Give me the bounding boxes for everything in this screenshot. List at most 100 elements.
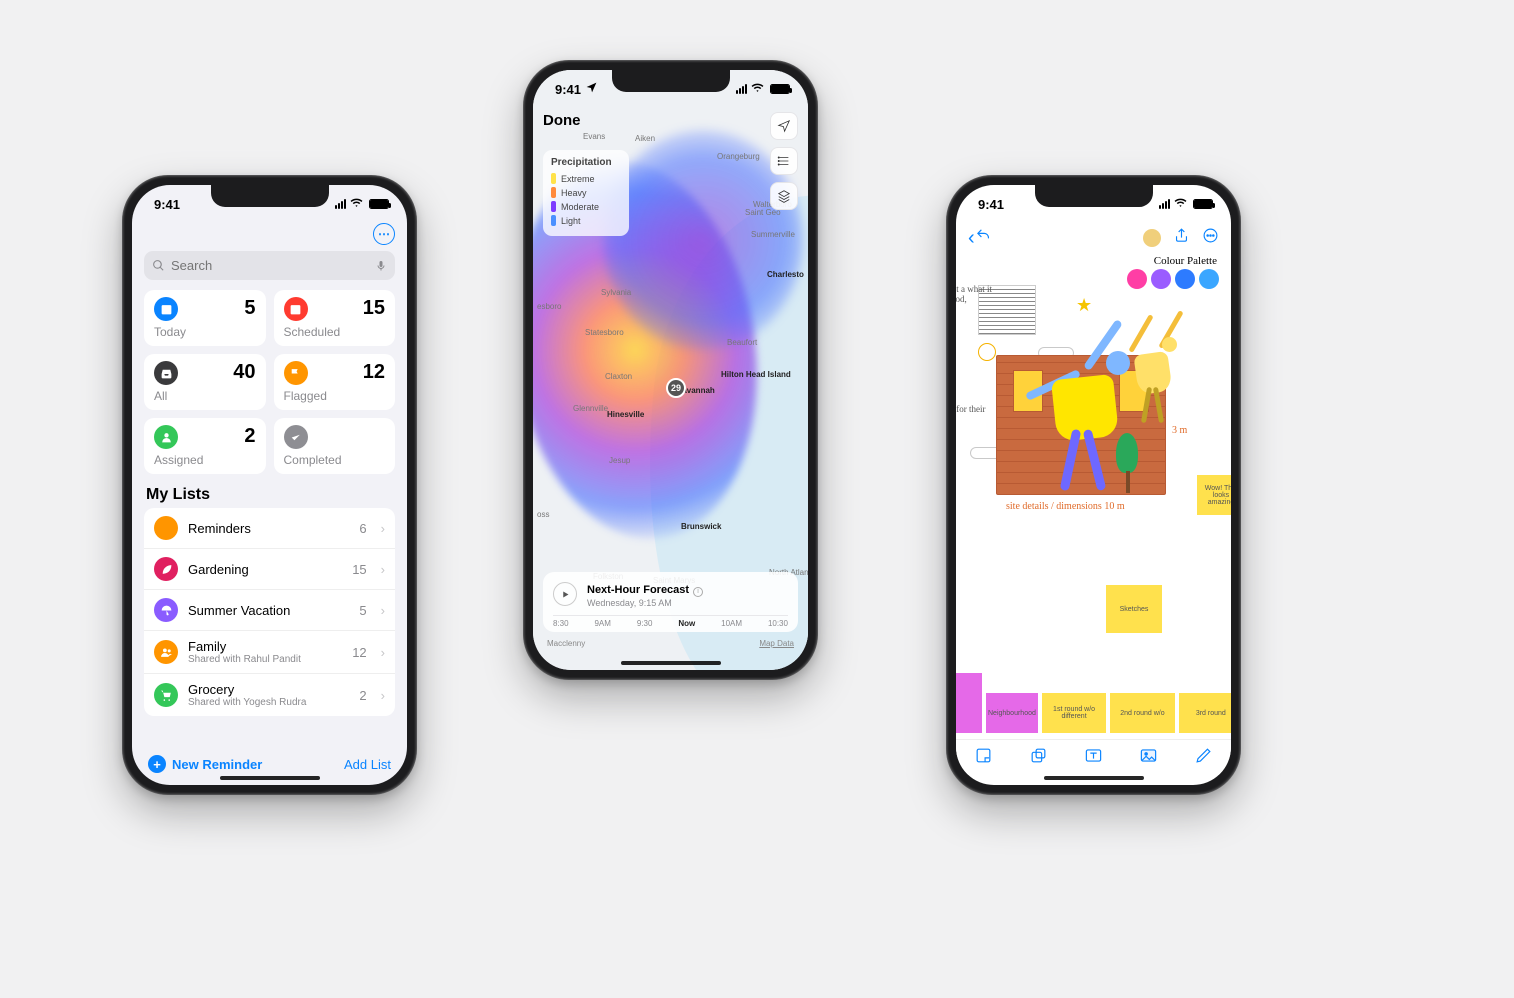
share-button[interactable] <box>1173 227 1190 249</box>
count: 12 <box>363 361 385 384</box>
map-data-link[interactable]: Map Data <box>759 639 794 648</box>
city-label: Brunswick <box>681 522 721 531</box>
list-item[interactable]: Summer Vacation 5 › <box>144 590 395 631</box>
canvas-note[interactable]: ct about a what it bourhood, <box>956 285 1000 305</box>
status-time: 9:41 <box>555 82 581 97</box>
more-button[interactable]: ⋯ <box>373 223 395 245</box>
chevron-right-icon: › <box>381 603 391 618</box>
search-input[interactable] <box>171 258 369 273</box>
sticky-row: Neighbourhood1st round w/o different2nd … <box>956 693 1231 733</box>
smart-list-assigned[interactable]: 2 Assigned <box>144 418 266 474</box>
count: 5 <box>244 297 255 320</box>
search-icon <box>152 259 165 272</box>
notch <box>211 185 329 207</box>
my-lists-header: My Lists <box>132 474 407 508</box>
tick: 10:30 <box>768 619 788 628</box>
pen-tool[interactable] <box>1194 746 1213 770</box>
bottom-toolbar: + New Reminder Add List <box>132 755 407 773</box>
play-button[interactable] <box>553 582 577 606</box>
figure-yellow-drawing[interactable] <box>1130 317 1200 427</box>
dimension-label[interactable]: site details / dimensions 10 m <box>1006 501 1125 512</box>
tick: Now <box>678 619 695 628</box>
location-icon <box>585 81 598 97</box>
legend-row: Light <box>551 215 621 226</box>
sticky-note[interactable]: Sketches <box>1106 585 1162 633</box>
tick: 9:30 <box>637 619 653 628</box>
leaf-icon <box>154 557 178 581</box>
palette-title: Colour Palette <box>956 255 1217 267</box>
count: 40 <box>233 361 255 384</box>
canvas-note[interactable]: prompt for their own <box>956 405 994 425</box>
tick: 10AM <box>721 619 742 628</box>
people-icon <box>154 640 178 664</box>
search-field[interactable] <box>144 251 395 280</box>
info-icon[interactable]: i <box>693 587 703 597</box>
battery-icon <box>369 199 389 209</box>
list-item[interactable]: Reminders 6 › <box>144 508 395 549</box>
sticky-note[interactable] <box>956 673 982 733</box>
smart-list-today[interactable]: 5 Today <box>144 290 266 346</box>
inbox-icon <box>154 361 178 385</box>
sticky-note[interactable]: 2nd round w/o <box>1110 693 1174 733</box>
figure-blue-drawing[interactable] <box>1026 333 1146 493</box>
tick: 9AM <box>594 619 610 628</box>
new-reminder-button[interactable]: + New Reminder <box>148 755 262 773</box>
city-label: Hilton Head Island <box>721 370 791 379</box>
smart-list-all[interactable]: 40 All <box>144 354 266 410</box>
label: Scheduled <box>284 325 386 339</box>
sticky-tool[interactable] <box>974 746 993 770</box>
city-label: Sylvania <box>601 288 631 297</box>
city-label: Statesboro <box>585 328 624 337</box>
wifi-icon <box>350 196 363 212</box>
smart-lists-grid: 5 Today 15 Scheduled 40 All 12 Flagged 2… <box>132 290 407 474</box>
label: Completed <box>284 453 386 467</box>
city-label: oss <box>537 510 549 519</box>
home-indicator[interactable] <box>220 776 320 780</box>
collaborator-avatar[interactable] <box>1143 229 1161 247</box>
media-tool[interactable] <box>1139 746 1158 770</box>
add-list-button[interactable]: Add List <box>344 757 391 772</box>
chevron-right-icon: › <box>381 562 391 577</box>
sticky-note[interactable]: 3rd round <box>1179 693 1231 733</box>
sticky-note[interactable]: Wow! This looks amazing <box>1197 475 1231 515</box>
chevron-right-icon: › <box>381 521 391 536</box>
star-drawing[interactable]: ★ <box>1076 295 1092 316</box>
layers-button[interactable] <box>770 182 798 210</box>
count: 2 <box>244 425 255 448</box>
map-label: Macclenny <box>547 639 585 648</box>
city-label: Jesup <box>609 456 630 465</box>
label: Today <box>154 325 256 339</box>
text-tool[interactable] <box>1084 746 1103 770</box>
home-indicator[interactable] <box>621 661 721 665</box>
check-icon <box>284 425 308 449</box>
list-item[interactable]: Gardening 15 › <box>144 549 395 590</box>
sticky-note[interactable]: 1st round w/o different <box>1042 693 1106 733</box>
smart-list-flagged[interactable]: 12 Flagged <box>274 354 396 410</box>
timeline[interactable]: 8:309AM9:30Now10AM10:30 <box>553 615 788 628</box>
sun-drawing[interactable] <box>978 343 996 361</box>
list-item[interactable]: Family Shared with Rahul Pandit 12 › <box>144 631 395 674</box>
back-button[interactable]: ‹ <box>968 227 975 250</box>
freeform-canvas[interactable]: ct about a what it bourhood, prompt for … <box>956 285 1231 733</box>
label: Assigned <box>154 453 256 467</box>
notch <box>1035 185 1153 207</box>
smart-list-scheduled[interactable]: 15 Scheduled <box>274 290 396 346</box>
chevron-right-icon: › <box>381 645 391 660</box>
microphone-icon[interactable] <box>375 260 387 272</box>
city-label: Summerville <box>751 230 795 239</box>
city-label: Glennville <box>573 404 608 413</box>
shapes-tool[interactable] <box>1029 746 1048 770</box>
current-location-pin[interactable]: 29 <box>666 378 686 398</box>
status-time: 9:41 <box>978 197 1004 212</box>
wifi-icon <box>751 81 764 97</box>
undo-button[interactable] <box>975 227 992 249</box>
home-indicator[interactable] <box>1044 776 1144 780</box>
dimension-label[interactable]: 3 m <box>1172 425 1187 436</box>
list-button[interactable] <box>770 147 798 175</box>
locate-button[interactable] <box>770 112 798 140</box>
sticky-note[interactable]: Neighbourhood <box>986 693 1038 733</box>
smart-list-completed[interactable]: Completed <box>274 418 396 474</box>
done-button[interactable]: Done <box>543 112 581 129</box>
more-button[interactable] <box>1202 227 1219 249</box>
list-item[interactable]: Grocery Shared with Yogesh Rudra 2 › <box>144 674 395 716</box>
